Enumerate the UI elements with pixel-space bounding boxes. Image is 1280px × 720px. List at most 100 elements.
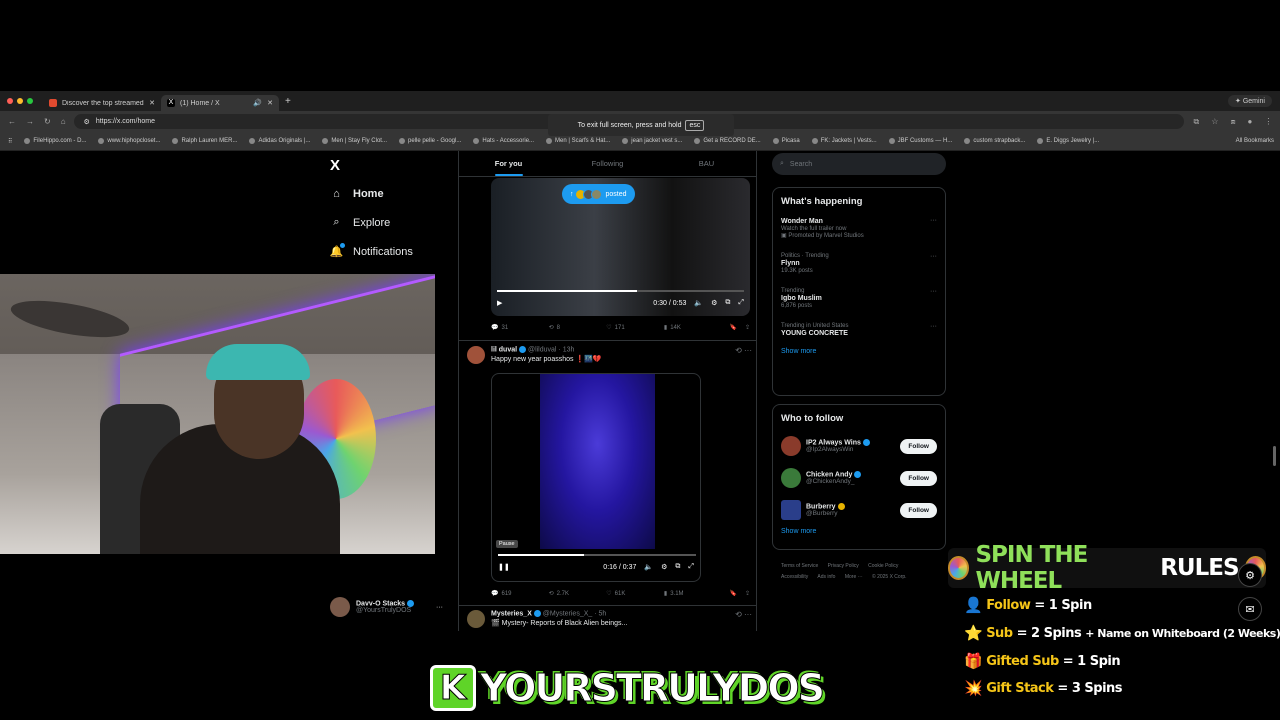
nav-home[interactable]: ⌂ Home — [330, 187, 383, 200]
follow-suggestion[interactable]: Chicken Andy @ChickenAndy_ Follow — [773, 462, 945, 494]
post-time[interactable]: · 13h — [558, 346, 574, 353]
profile-avatar-icon[interactable]: ● — [1248, 117, 1253, 127]
trend-item[interactable]: Trending Igbo Muslim 6,876 posts ··· — [773, 284, 945, 313]
more-options-icon[interactable]: ··· — [436, 604, 443, 611]
extensions-icon[interactable]: ⧈ — [1230, 117, 1235, 127]
bookmark-item[interactable]: Adidas Originals |... — [249, 138, 310, 144]
account-switcher[interactable]: Davv-O Stacks @YoursTrulyDOS ··· — [330, 597, 443, 617]
footer-link[interactable]: Terms of Service — [781, 563, 818, 569]
audio-playing-icon[interactable]: 🔊 — [253, 99, 262, 107]
settings-icon[interactable]: ⚙ — [711, 299, 717, 307]
settings-circle-icon[interactable]: ⚙ — [1238, 563, 1262, 587]
footer-link[interactable]: Cookie Policy — [868, 563, 898, 569]
follow-button[interactable]: Follow — [900, 502, 937, 518]
back-icon[interactable]: ← — [8, 117, 16, 126]
footer-link[interactable]: Privacy Policy — [828, 563, 859, 569]
fullscreen-icon[interactable]: ⤢ — [738, 299, 744, 307]
like-button[interactable]: ♡ 171 — [606, 324, 664, 332]
fullscreen-icon[interactable]: ⤢ — [688, 563, 694, 571]
share-icon[interactable]: ⇪ — [745, 324, 750, 331]
reload-icon[interactable]: ↻ — [44, 117, 51, 126]
follow-suggestion[interactable]: IP2 Always Wins @Ip2AlwaysWin Follow — [773, 430, 945, 462]
post-author-handle[interactable]: @Mysteries_X_ — [543, 610, 593, 617]
menu-kebab-icon[interactable]: ⋮ — [1264, 117, 1272, 127]
nav-notifications[interactable]: 🔔 Notifications — [330, 243, 413, 258]
apps-grid-icon[interactable]: ⠿ — [8, 138, 12, 145]
page-scrollbar[interactable] — [1273, 446, 1276, 466]
follow-button[interactable]: Follow — [900, 470, 937, 486]
repost-button[interactable]: ⟲ 8 — [549, 324, 607, 332]
trend-item[interactable]: Politics · Trending Flynn 19.3K posts ··… — [773, 249, 945, 278]
show-more-link[interactable]: Show more — [773, 526, 945, 545]
more-options-icon[interactable]: ··· — [930, 288, 937, 295]
views-button[interactable]: ▮ 3.1M — [664, 590, 722, 598]
tab-following[interactable]: Following — [558, 151, 657, 176]
x-logo-icon[interactable]: X — [330, 157, 340, 174]
bookmark-item[interactable]: FileHippo.com - D... — [24, 138, 86, 144]
browser-tab-spotify[interactable]: Discover the top streamed m ✕ — [43, 95, 161, 111]
all-bookmarks-button[interactable]: All Bookmarks — [1236, 138, 1274, 144]
pip-icon[interactable]: ⧉ — [725, 299, 730, 307]
messages-icon[interactable]: ✉ — [1238, 597, 1262, 621]
play-icon[interactable]: ▶ — [497, 299, 502, 307]
avatar[interactable] — [467, 346, 485, 364]
bookmark-item[interactable]: Get a RECORD DE... — [694, 138, 761, 144]
footer-link[interactable]: Accessibility — [781, 574, 808, 580]
more-options-icon[interactable]: ··· — [930, 323, 937, 330]
nav-explore[interactable]: ⌕ Explore — [330, 216, 390, 229]
post-author-name[interactable]: lil duval — [491, 346, 517, 353]
bookmark-item[interactable]: jean jacket vest s... — [622, 138, 682, 144]
close-window-button[interactable] — [7, 98, 13, 104]
views-button[interactable]: ▮ 14K — [664, 324, 722, 332]
post-author-handle[interactable]: @lilduval — [528, 346, 557, 353]
tab-for-you[interactable]: For you — [459, 151, 558, 176]
browser-tab-x-home[interactable]: X (1) Home / X 🔊 ✕ — [161, 95, 279, 111]
bookmark-item[interactable]: E. Diggs Jewelry |... — [1037, 138, 1099, 144]
volume-icon[interactable]: 🔈 — [694, 299, 703, 307]
bookmark-item[interactable]: Men | Stay Fly Clot... — [322, 138, 387, 144]
pip-icon[interactable]: ⧉ — [675, 563, 680, 571]
more-options-icon[interactable]: ⟲ ··· — [735, 346, 752, 355]
footer-link[interactable]: More ··· — [845, 574, 863, 580]
footer-link[interactable]: Ads info — [817, 574, 835, 580]
post-time[interactable]: · 5h — [594, 610, 606, 617]
bookmark-star-icon[interactable]: ☆ — [1211, 117, 1218, 127]
bookmark-icon[interactable]: 🔖 — [730, 324, 737, 331]
close-tab-icon[interactable]: ✕ — [267, 99, 273, 107]
search-input[interactable]: ⌕ Search — [772, 153, 946, 175]
follow-button[interactable]: Follow — [900, 438, 937, 454]
zoom-window-button[interactable] — [27, 98, 33, 104]
settings-icon[interactable]: ⚙ — [661, 563, 667, 571]
trend-item[interactable]: Wonder Man Watch the full trailer now ▣ … — [773, 213, 945, 243]
bookmark-item[interactable]: Men | Scarfs & Hat... — [546, 138, 610, 144]
new-tab-button[interactable]: + — [285, 96, 291, 107]
tab-bau[interactable]: BAU — [657, 151, 756, 176]
repost-button[interactable]: ⟲ 2.7K — [549, 590, 607, 598]
post-video-player[interactable]: Pause ❚❚ 0:16 / 0:37 🔈 ⚙ ⧉ ⤢ — [491, 373, 701, 582]
more-options-icon[interactable]: ··· — [930, 253, 937, 260]
new-posts-pill[interactable]: ↑ posted — [562, 184, 635, 204]
trend-item[interactable]: Trending in United States YOUNG CONCRETE… — [773, 319, 945, 342]
pause-icon[interactable]: ❚❚ — [498, 563, 510, 571]
install-icon[interactable]: ⧉ — [1194, 117, 1200, 127]
bookmark-item[interactable]: Hats - Accessorie... — [473, 138, 534, 144]
home-browser-icon[interactable]: ⌂ — [61, 117, 66, 126]
avatar[interactable] — [781, 468, 801, 488]
forward-icon[interactable]: → — [26, 117, 34, 126]
bookmark-item[interactable]: JBF Customs — H... — [888, 138, 952, 144]
close-tab-icon[interactable]: ✕ — [149, 99, 155, 107]
minimize-window-button[interactable] — [17, 98, 23, 104]
bookmark-item[interactable]: www.hiphopcloset... — [98, 138, 160, 144]
avatar[interactable] — [467, 610, 485, 628]
bookmark-item[interactable]: FK: Jackets | Vests... — [811, 138, 877, 144]
more-options-icon[interactable]: ⟲ ··· — [735, 610, 752, 619]
volume-icon[interactable]: 🔈 — [644, 563, 653, 571]
reply-button[interactable]: 💬 619 — [491, 590, 549, 598]
site-info-icon[interactable]: ⚙ — [84, 118, 90, 126]
bookmark-item[interactable]: pelle pelle - Googl... — [398, 138, 461, 144]
reply-button[interactable]: 💬 31 — [491, 324, 549, 332]
follow-suggestion[interactable]: Burberry @Burberry Follow — [773, 494, 945, 526]
like-button[interactable]: ♡ 61K — [606, 590, 664, 598]
share-icon[interactable]: ⇪ — [745, 590, 750, 597]
bookmark-icon[interactable]: 🔖 — [730, 590, 737, 597]
